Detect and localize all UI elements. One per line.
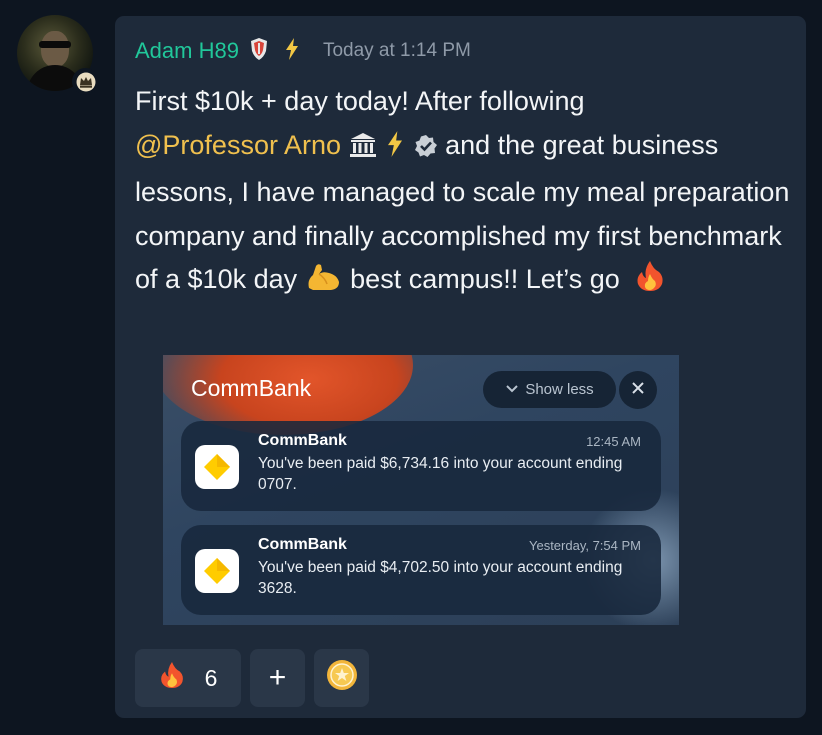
fire-icon: [635, 260, 665, 306]
verified-icon: [414, 128, 438, 172]
reactions-bar: 6 +: [135, 649, 369, 707]
coin-icon: [326, 659, 358, 697]
add-reaction-button[interactable]: +: [250, 649, 305, 707]
notification-group-title: CommBank: [191, 375, 312, 401]
notification-card[interactable]: CommBank 12:45 AM You've been paid $6,73…: [181, 421, 661, 511]
notification-app-name: CommBank: [258, 536, 347, 553]
message-text-part: First $10k + day today! After following: [135, 86, 585, 116]
bank-icon: [349, 128, 377, 172]
close-button[interactable]: [619, 371, 657, 409]
notification-body: You've been paid $4,702.50 into your acc…: [258, 559, 623, 597]
message-text: First $10k + day today! After following …: [135, 80, 795, 306]
lightning-icon: [283, 37, 301, 66]
close-icon: [631, 381, 645, 400]
lightning-icon: [384, 128, 406, 172]
flexed-biceps-icon: [305, 262, 343, 306]
notification-time: 12:45 AM: [586, 434, 641, 449]
attached-image[interactable]: CommBank Show less CommBank 12:45 AM You…: [163, 355, 679, 625]
notification-body: You've been paid $6,734.16 into your acc…: [258, 455, 623, 493]
crown-icon: [72, 68, 99, 95]
avatar[interactable]: [17, 15, 99, 95]
notification-time: Yesterday, 7:54 PM: [528, 538, 641, 553]
show-less-button[interactable]: Show less: [483, 371, 616, 408]
chevron-down-icon: [505, 381, 519, 398]
show-less-label: Show less: [525, 381, 594, 398]
coin-reaction-button[interactable]: [314, 649, 369, 707]
notification-app-name: CommBank: [258, 432, 347, 449]
message-text-part: best campus!! Let’s go: [350, 264, 620, 294]
mention-link[interactable]: @Professor Arno: [135, 130, 341, 160]
fire-icon: [159, 661, 185, 695]
message-card: Adam H89 Today at 1:14 PM First $10k + d…: [115, 16, 806, 718]
fire-reaction-button[interactable]: 6: [135, 649, 241, 707]
message-header: Adam H89 Today at 1:14 PM: [135, 37, 471, 66]
message-timestamp: Today at 1:14 PM: [322, 40, 471, 61]
plus-icon: +: [268, 661, 287, 694]
commbank-icon: [195, 549, 239, 593]
shield-icon: [249, 37, 269, 66]
commbank-icon: [195, 445, 239, 489]
notification-card[interactable]: CommBank Yesterday, 7:54 PM You've been …: [181, 525, 661, 615]
reaction-count: 6: [204, 664, 218, 691]
author-name[interactable]: Adam H89: [135, 38, 239, 64]
